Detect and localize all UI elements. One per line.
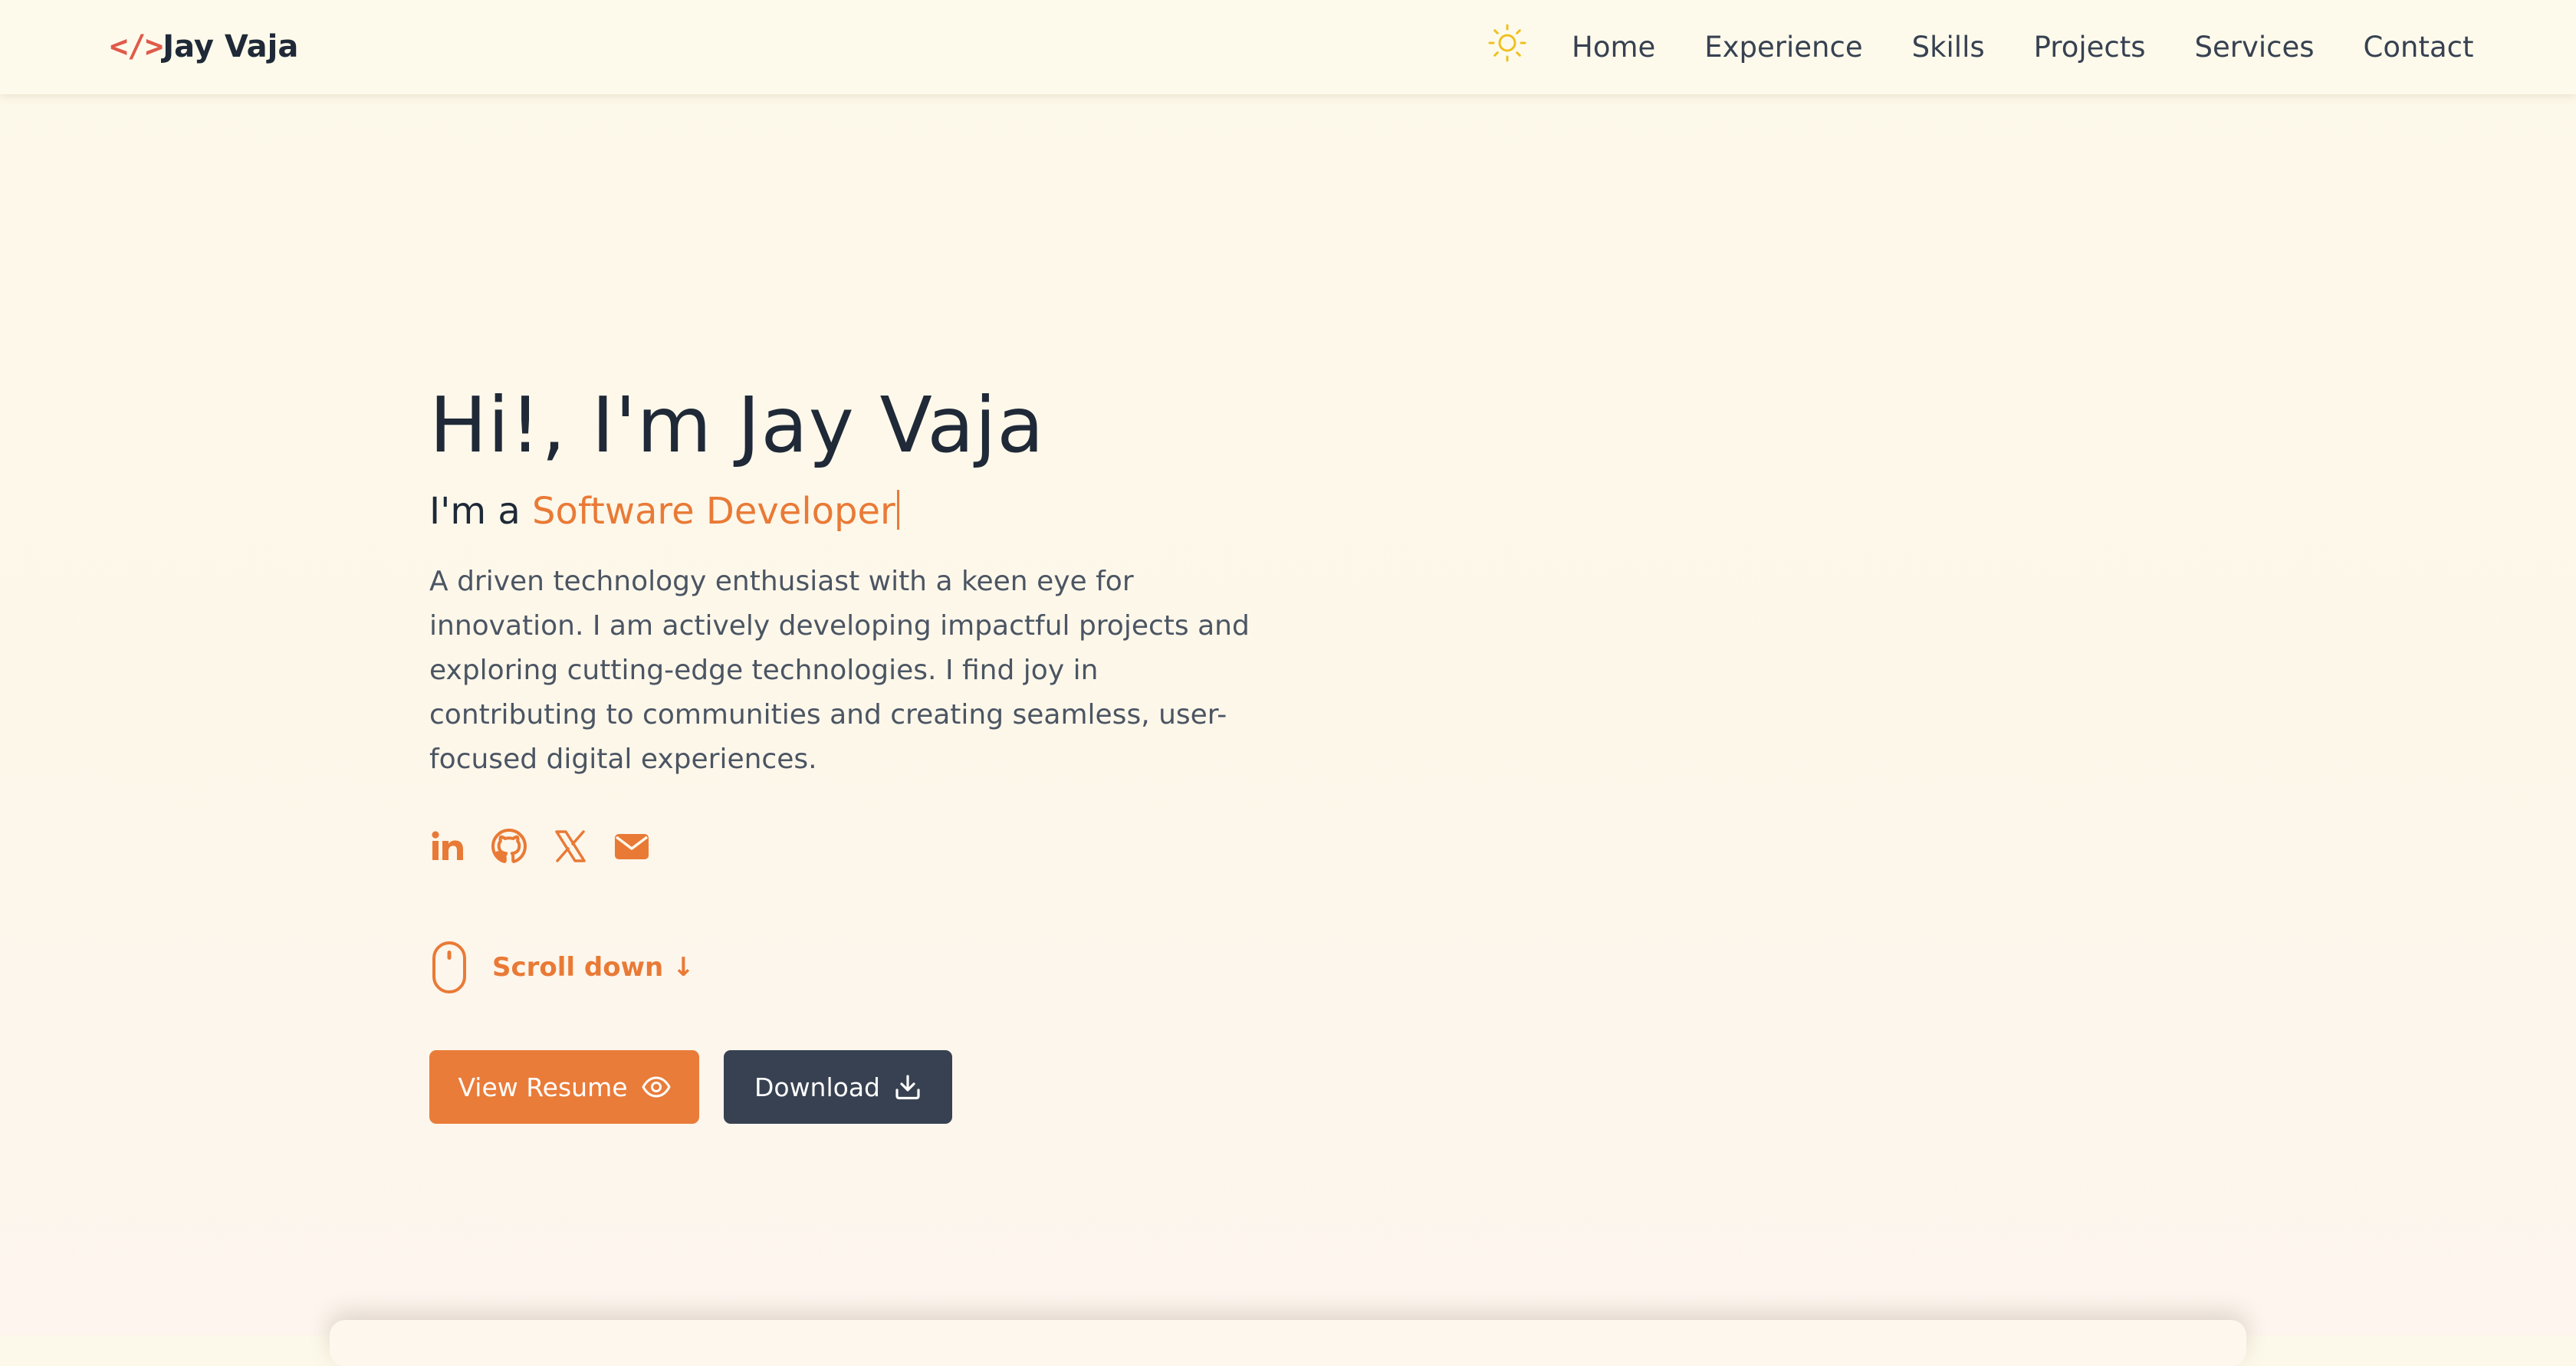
nav-link-home[interactable]: Home — [1572, 31, 1655, 64]
nav-link-contact[interactable]: Contact — [2364, 31, 2474, 64]
nav-link-projects[interactable]: Projects — [2034, 31, 2146, 64]
github-link[interactable] — [491, 828, 527, 865]
hero-greeting: Hi!, I'm Jay Vaja — [429, 380, 1045, 470]
x-twitter-icon — [555, 830, 586, 862]
download-label: Download — [754, 1072, 881, 1102]
linkedin-link[interactable] — [429, 828, 466, 865]
download-icon — [894, 1073, 922, 1101]
theme-toggle-button[interactable] — [1486, 21, 1529, 64]
github-icon — [491, 829, 527, 863]
typed-role: Software Developer — [532, 490, 895, 533]
typing-caret — [896, 490, 899, 530]
scroll-down-link[interactable]: Scroll down ↓ — [429, 940, 1349, 995]
view-resume-button[interactable]: View Resume — [429, 1050, 699, 1124]
brand-logo[interactable]: </> Jay Vaja — [110, 23, 298, 71]
scroll-down-label: Scroll down ↓ — [492, 952, 695, 983]
eye-icon — [642, 1075, 671, 1098]
hero-buttons: View Resume Download — [429, 1050, 1349, 1124]
hero-description: A driven technology enthusiast with a ke… — [429, 566, 1250, 775]
nav-link-experience[interactable]: Experience — [1704, 31, 1862, 64]
linkedin-icon — [432, 831, 463, 860]
hero-subtitle: I'm a Software Developer — [429, 484, 1349, 538]
nav-link-services[interactable]: Services — [2195, 31, 2315, 64]
email-icon — [615, 834, 649, 859]
email-link[interactable] — [613, 828, 650, 865]
x-twitter-link[interactable] — [552, 828, 589, 865]
next-section-card-edge — [330, 1320, 2246, 1366]
view-resume-label: View Resume — [458, 1072, 628, 1102]
brand-code-mark: </> — [110, 29, 163, 64]
sun-icon — [1488, 24, 1526, 62]
mouse-icon — [432, 941, 466, 993]
subtitle-prefix: I'm a — [429, 490, 533, 533]
navbar: </> Jay Vaja Home Experience Skills Proj… — [0, 0, 2576, 94]
brand-name: Jay Vaja — [163, 29, 299, 64]
hero-section: Hi!, I'm Jay Vaja I'm a Software Develop… — [429, 376, 1349, 1124]
nav-link-skills[interactable]: Skills — [1912, 31, 1985, 64]
download-button[interactable]: Download — [724, 1050, 952, 1124]
social-links — [429, 823, 1349, 869]
nav-links: Home Experience Skills Projects Services… — [1572, 23, 2474, 71]
